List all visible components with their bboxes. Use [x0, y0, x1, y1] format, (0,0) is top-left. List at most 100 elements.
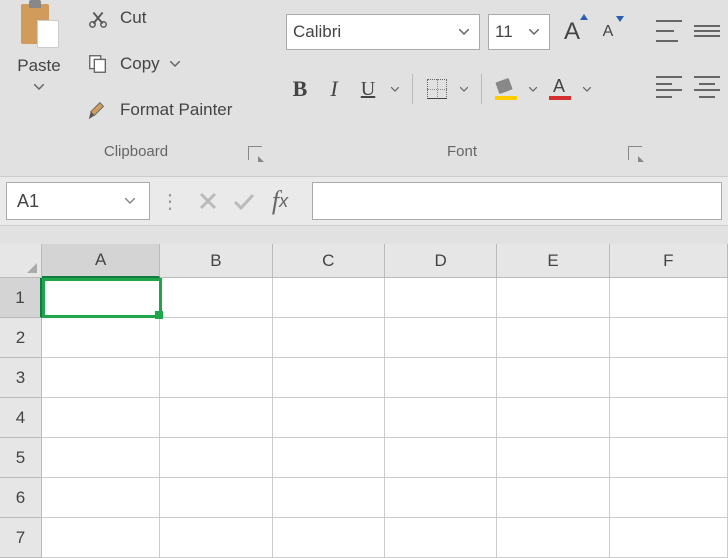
underline-button[interactable]: U	[354, 74, 382, 104]
clipboard-group: Paste Cut Copy Format Painter	[0, 0, 272, 168]
clipboard-dialog-launcher[interactable]	[248, 146, 262, 160]
font-color-dropdown[interactable]	[580, 74, 594, 104]
cell[interactable]	[42, 358, 160, 398]
align-middle-button[interactable]	[694, 20, 720, 42]
cell[interactable]	[160, 318, 272, 358]
paste-label: Paste	[9, 56, 69, 76]
font-group-label: Font	[272, 143, 652, 160]
cell[interactable]	[385, 438, 497, 478]
cancel-formula-button[interactable]	[190, 183, 226, 219]
row-header[interactable]: 4	[0, 398, 42, 438]
border-dropdown[interactable]	[457, 74, 471, 104]
selected-cell[interactable]	[42, 278, 162, 318]
cell[interactable]	[42, 438, 160, 478]
cell[interactable]	[385, 398, 497, 438]
cell[interactable]	[497, 438, 609, 478]
align-left-button[interactable]	[656, 76, 682, 98]
insert-function-button[interactable]: fx	[262, 183, 298, 219]
font-size-select[interactable]: 11	[488, 14, 550, 50]
paste-button[interactable]: Paste	[9, 0, 69, 136]
cell[interactable]	[497, 478, 609, 518]
cell[interactable]	[273, 438, 385, 478]
cell[interactable]	[42, 478, 160, 518]
cell[interactable]	[42, 518, 160, 558]
cut-button[interactable]: Cut	[84, 4, 146, 32]
cells-area[interactable]	[42, 278, 728, 558]
cell[interactable]	[610, 478, 728, 518]
cell[interactable]	[497, 318, 609, 358]
chevron-down-icon	[121, 198, 139, 204]
alignment-group	[652, 0, 728, 168]
clipboard-group-label: Clipboard	[0, 143, 272, 160]
cell[interactable]	[610, 518, 728, 558]
row-header[interactable]: 7	[0, 518, 42, 558]
fill-color-button[interactable]	[492, 74, 520, 104]
cell[interactable]	[273, 318, 385, 358]
column-header[interactable]: D	[385, 244, 497, 278]
column-header[interactable]: F	[610, 244, 728, 278]
cell[interactable]	[160, 358, 272, 398]
formula-input[interactable]	[312, 182, 722, 220]
format-painter-button[interactable]: Format Painter	[84, 96, 232, 124]
decrease-font-size-button[interactable]: A	[594, 18, 622, 46]
copy-label: Copy	[120, 54, 160, 74]
font-color-button[interactable]: A	[546, 74, 574, 104]
select-all-corner[interactable]	[0, 244, 42, 278]
fill-color-dropdown[interactable]	[526, 74, 540, 104]
row-header[interactable]: 5	[0, 438, 42, 478]
cell[interactable]	[42, 398, 160, 438]
cell[interactable]	[497, 398, 609, 438]
increase-font-size-button[interactable]: A	[558, 18, 586, 46]
underline-dropdown[interactable]	[388, 74, 402, 104]
row-headers: 1234567	[0, 278, 42, 558]
italic-button[interactable]: I	[320, 74, 348, 104]
cell[interactable]	[160, 518, 272, 558]
cell[interactable]	[610, 358, 728, 398]
column-header[interactable]: B	[160, 244, 272, 278]
cell[interactable]	[385, 358, 497, 398]
cell[interactable]	[273, 358, 385, 398]
cell[interactable]	[160, 478, 272, 518]
cell[interactable]	[160, 398, 272, 438]
name-box[interactable]: A1	[6, 182, 150, 220]
cell[interactable]	[273, 398, 385, 438]
font-name-select[interactable]: Calibri	[286, 14, 480, 50]
cell[interactable]	[273, 518, 385, 558]
cell[interactable]	[497, 358, 609, 398]
column-header[interactable]: E	[497, 244, 609, 278]
enter-formula-button[interactable]	[226, 183, 262, 219]
cell[interactable]	[610, 398, 728, 438]
cut-label: Cut	[120, 8, 146, 28]
cell[interactable]	[385, 478, 497, 518]
align-center-button[interactable]	[694, 76, 720, 98]
copy-dropdown[interactable]	[170, 59, 180, 70]
column-header[interactable]: C	[273, 244, 385, 278]
cell[interactable]	[610, 278, 728, 318]
bold-button[interactable]: B	[286, 74, 314, 104]
row-header[interactable]: 6	[0, 478, 42, 518]
cell[interactable]	[385, 318, 497, 358]
row-header[interactable]: 2	[0, 318, 42, 358]
cell[interactable]	[273, 478, 385, 518]
chevron-down-icon	[455, 29, 473, 35]
column-header[interactable]: A	[42, 244, 160, 278]
column-headers: ABCDEF	[42, 244, 728, 278]
cell[interactable]	[160, 278, 272, 318]
cell[interactable]	[610, 438, 728, 478]
cell[interactable]	[385, 518, 497, 558]
cell[interactable]	[273, 278, 385, 318]
font-dialog-launcher[interactable]	[628, 146, 642, 160]
cell[interactable]	[610, 318, 728, 358]
cell[interactable]	[385, 278, 497, 318]
align-top-button[interactable]	[656, 20, 682, 42]
copy-button[interactable]: Copy	[84, 50, 180, 78]
row-header[interactable]: 3	[0, 358, 42, 398]
paste-dropdown[interactable]	[9, 82, 69, 93]
border-icon	[427, 79, 447, 99]
border-button[interactable]	[423, 74, 451, 104]
cell[interactable]	[160, 438, 272, 478]
cell[interactable]	[42, 318, 160, 358]
cell[interactable]	[497, 278, 609, 318]
cell[interactable]	[497, 518, 609, 558]
row-header[interactable]: 1	[0, 278, 42, 318]
